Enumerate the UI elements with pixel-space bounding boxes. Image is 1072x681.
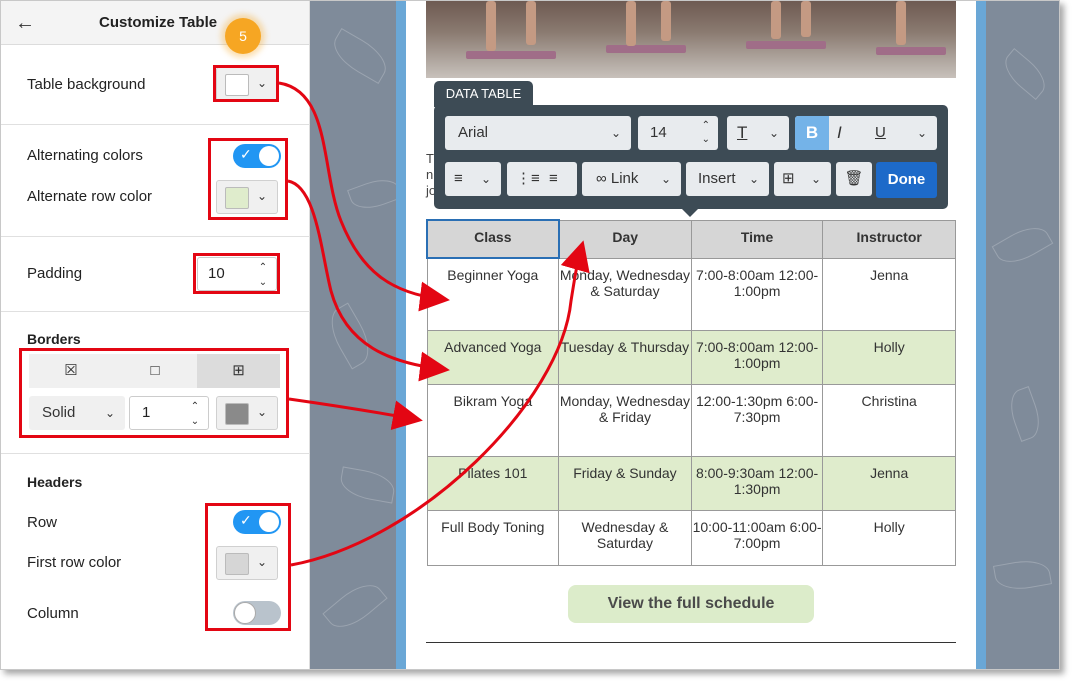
table-cell[interactable]: Full Body Toning	[426, 509, 560, 566]
header-cell[interactable]: Class	[426, 219, 560, 259]
delete-table-button[interactable]: 🗑	[836, 162, 872, 196]
table-cell[interactable]: Jenna	[822, 257, 956, 331]
table-cell[interactable]: Bikram Yoga	[426, 383, 560, 457]
font-size-stepper[interactable]: 14 ⌃ ⌄	[638, 116, 718, 150]
customize-table-panel: ← Customize Table Table background ⌄ Alt…	[1, 1, 310, 669]
table-cell[interactable]: Christina	[822, 383, 956, 457]
yoga-photo	[426, 1, 956, 78]
table-options-button[interactable]: ⊞ ⌄	[774, 162, 831, 196]
table-cell[interactable]: Friday & Sunday	[558, 455, 692, 511]
view-schedule-button[interactable]: View the full schedule	[568, 585, 814, 623]
header-column-label: Column	[27, 605, 79, 622]
first-row-color-label: First row color	[27, 554, 122, 571]
bold-button[interactable]: B	[795, 116, 829, 150]
annotation-box	[19, 348, 289, 438]
insert-button[interactable]: Insert ⌄	[686, 162, 769, 196]
table-header-row: Class Day Time Instructor	[426, 219, 956, 259]
font-family-select[interactable]: Arial ⌄	[445, 116, 631, 150]
data-table-toolbar: Arial ⌄ 14 ⌃ ⌄ T ⌄ B I U ⌄ ≡ ⌄ ⋮≡ ≡ ∞ Link ⌄ In…	[434, 105, 948, 217]
screenshot-frame: ... T n jo DATA TABLE Arial⌄ 14⌃⌄ T⌄ B I…	[0, 0, 1060, 670]
data-table-tab: DATA TABLE	[434, 81, 533, 107]
table-cell[interactable]: Monday, Wednesday & Friday	[558, 383, 692, 457]
link-icon: ∞	[596, 170, 607, 187]
trash-icon: 🗑	[844, 170, 864, 187]
panel-header: ← Customize Table	[1, 1, 309, 45]
annotation-box	[208, 138, 288, 220]
alternate-row-color-label: Alternate row color	[27, 188, 153, 205]
text-color-button[interactable]: T ⌄	[727, 116, 789, 150]
annotation-box	[193, 253, 280, 294]
table-cell[interactable]: Beginner Yoga	[426, 257, 560, 331]
table-row: Bikram Yoga Monday, Wednesday & Friday 1…	[426, 383, 956, 457]
annotation-box	[213, 65, 279, 102]
table-cell[interactable]: 7:00-8:00am 12:00-1:00pm	[690, 257, 824, 331]
list-buttons: ⋮≡ ≡	[507, 162, 577, 196]
chevron-down-icon: ⌄	[810, 172, 821, 186]
align-center-icon: ≡	[454, 170, 463, 187]
numbered-list-icon[interactable]: ≡	[549, 162, 558, 196]
text-color-icon: T	[737, 123, 748, 142]
table-cell[interactable]: Holly	[822, 329, 956, 385]
table-row: Advanced Yoga Tuesday & Thursday 7:00-8:…	[426, 329, 956, 385]
table-cell[interactable]: Tuesday & Thursday	[558, 329, 692, 385]
more-styles-chevron-icon[interactable]: ⌄	[917, 116, 927, 150]
alternating-colors-label: Alternating colors	[27, 147, 143, 164]
divider	[426, 642, 956, 643]
table-cell[interactable]: 10:00-11:00am 6:00-7:00pm	[690, 509, 824, 566]
align-button[interactable]: ≡ ⌄	[445, 162, 501, 196]
table-row: Pilates 101 Friday & Sunday 8:00-9:30am …	[426, 455, 956, 511]
table-cell[interactable]: Holly	[822, 509, 956, 566]
schedule-table: Class Day Time Instructor Beginner Yoga …	[426, 219, 956, 566]
header-row-label: Row	[27, 514, 58, 531]
chevron-down-icon: ⌄	[480, 172, 491, 186]
table-cell[interactable]: Wednesday & Saturday	[558, 509, 692, 566]
font-family-value: Arial	[458, 124, 489, 141]
table-cell[interactable]: 7:00-8:00am 12:00-1:00pm	[690, 329, 824, 385]
table-background-label: Table background	[27, 76, 146, 93]
table-row: Beginner Yoga Monday, Wednesday & Saturd…	[426, 257, 956, 331]
annotation-box	[205, 503, 291, 631]
step-badge: 5	[225, 18, 261, 54]
table-row: Full Body Toning Wednesday & Saturday 10…	[426, 509, 956, 566]
borders-label: Borders	[27, 331, 81, 347]
link-label: Link	[610, 170, 639, 187]
header-cell[interactable]: Time	[690, 219, 824, 259]
header-cell[interactable]: Instructor	[822, 219, 956, 259]
panel-title: Customize Table	[99, 14, 218, 31]
chevron-down-icon: ⌄	[660, 172, 671, 186]
text-style-group: B I U ⌄	[795, 116, 937, 150]
table-cell[interactable]: 12:00-1:30pm 6:00-7:30pm	[690, 383, 824, 457]
table-cell[interactable]: 8:00-9:30am 12:00-1:30pm	[690, 455, 824, 511]
bullet-list-icon[interactable]: ⋮≡	[516, 162, 540, 196]
chevron-down-icon: ⌄	[768, 126, 779, 140]
table-cell[interactable]: Pilates 101	[426, 455, 560, 511]
font-size-value: 14	[650, 124, 667, 141]
header-cell[interactable]: Day	[558, 219, 692, 259]
link-button[interactable]: ∞ Link ⌄	[582, 162, 681, 196]
chevron-down-icon: ⌄	[610, 126, 621, 140]
table-cell[interactable]: Monday, Wednesday & Saturday	[558, 257, 692, 331]
italic-button[interactable]: I	[837, 116, 842, 150]
back-arrow-icon[interactable]: ←	[15, 13, 35, 33]
chevron-down-icon: ⌄	[748, 172, 759, 186]
insert-label: Insert	[698, 170, 736, 187]
table-cell[interactable]: Jenna	[822, 455, 956, 511]
table-cell[interactable]: Advanced Yoga	[426, 329, 560, 385]
stepper-arrows-icon[interactable]: ⌃ ⌄	[702, 116, 710, 147]
underline-button[interactable]: U	[875, 116, 886, 150]
table-add-icon: ⊞	[782, 170, 795, 187]
done-button[interactable]: Done	[876, 162, 937, 198]
padding-label: Padding	[27, 265, 83, 282]
headers-label: Headers	[27, 474, 83, 490]
